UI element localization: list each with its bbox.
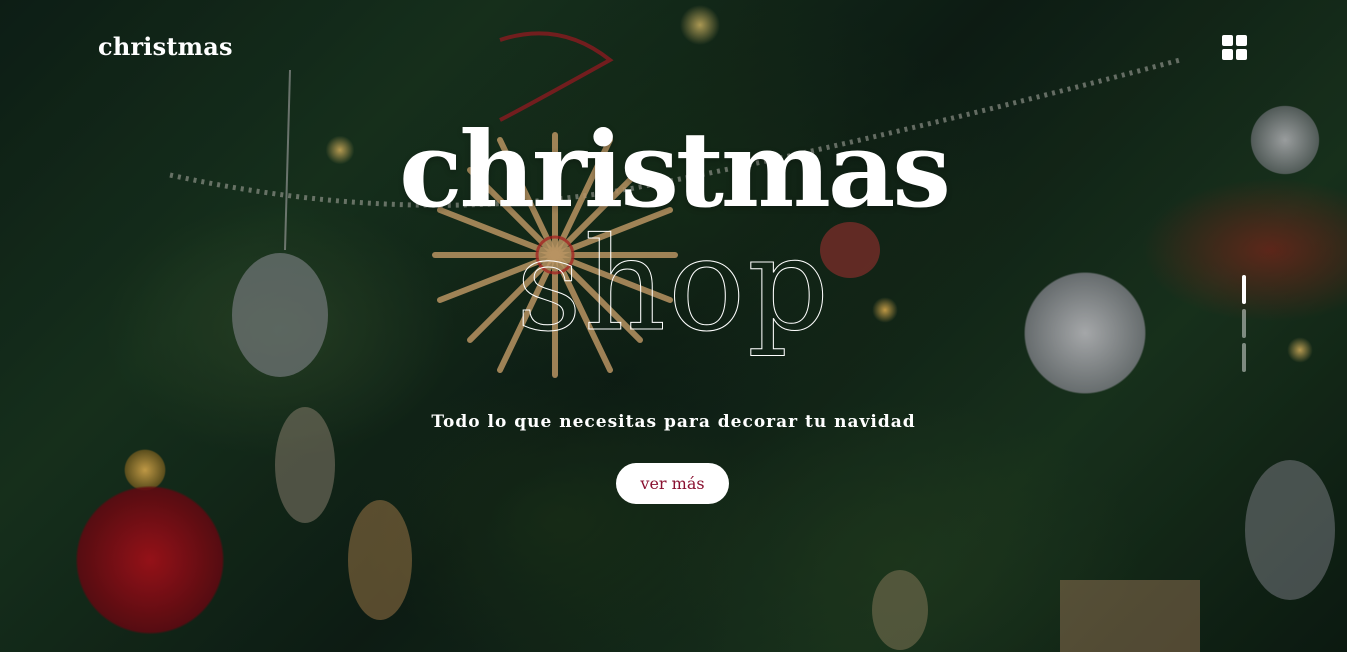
slide-dot-3[interactable]: [1242, 343, 1246, 372]
see-more-button[interactable]: ver más: [616, 463, 729, 504]
hero-section: christmas christmas shop Todo lo que nec…: [0, 0, 1347, 652]
slide-dot-2[interactable]: [1242, 309, 1246, 338]
hero-subtitle: shop: [515, 211, 832, 360]
hero-title: christmas: [399, 108, 951, 231]
slide-dot-1[interactable]: [1242, 275, 1246, 304]
menu-square: [1222, 35, 1233, 46]
site-logo[interactable]: christmas: [98, 32, 233, 61]
hero-tagline: Todo lo que necesitas para decorar tu na…: [431, 412, 916, 432]
menu-square: [1236, 35, 1247, 46]
menu-square: [1236, 49, 1247, 60]
menu-square: [1222, 49, 1233, 60]
slide-indicator: [1242, 275, 1246, 380]
grid-menu-icon[interactable]: [1222, 35, 1248, 61]
